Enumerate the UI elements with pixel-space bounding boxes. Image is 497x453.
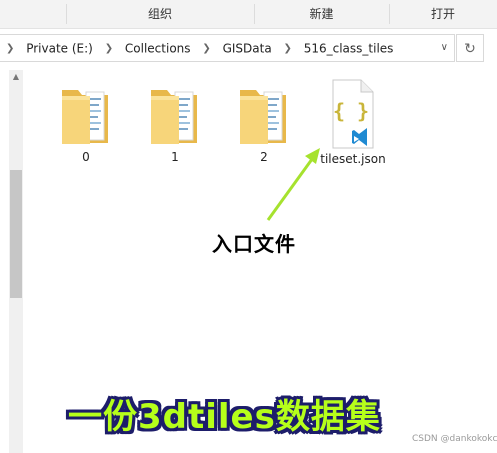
watermark: CSDN @dankokokc: [412, 434, 497, 444]
annotation-arrow: [266, 148, 320, 221]
annotation-label: 入口文件: [212, 232, 296, 256]
banner-title: 一份3dtiles数据集: [68, 397, 381, 437]
arrow-line: [266, 154, 317, 221]
arrow-head-icon: [305, 148, 320, 164]
